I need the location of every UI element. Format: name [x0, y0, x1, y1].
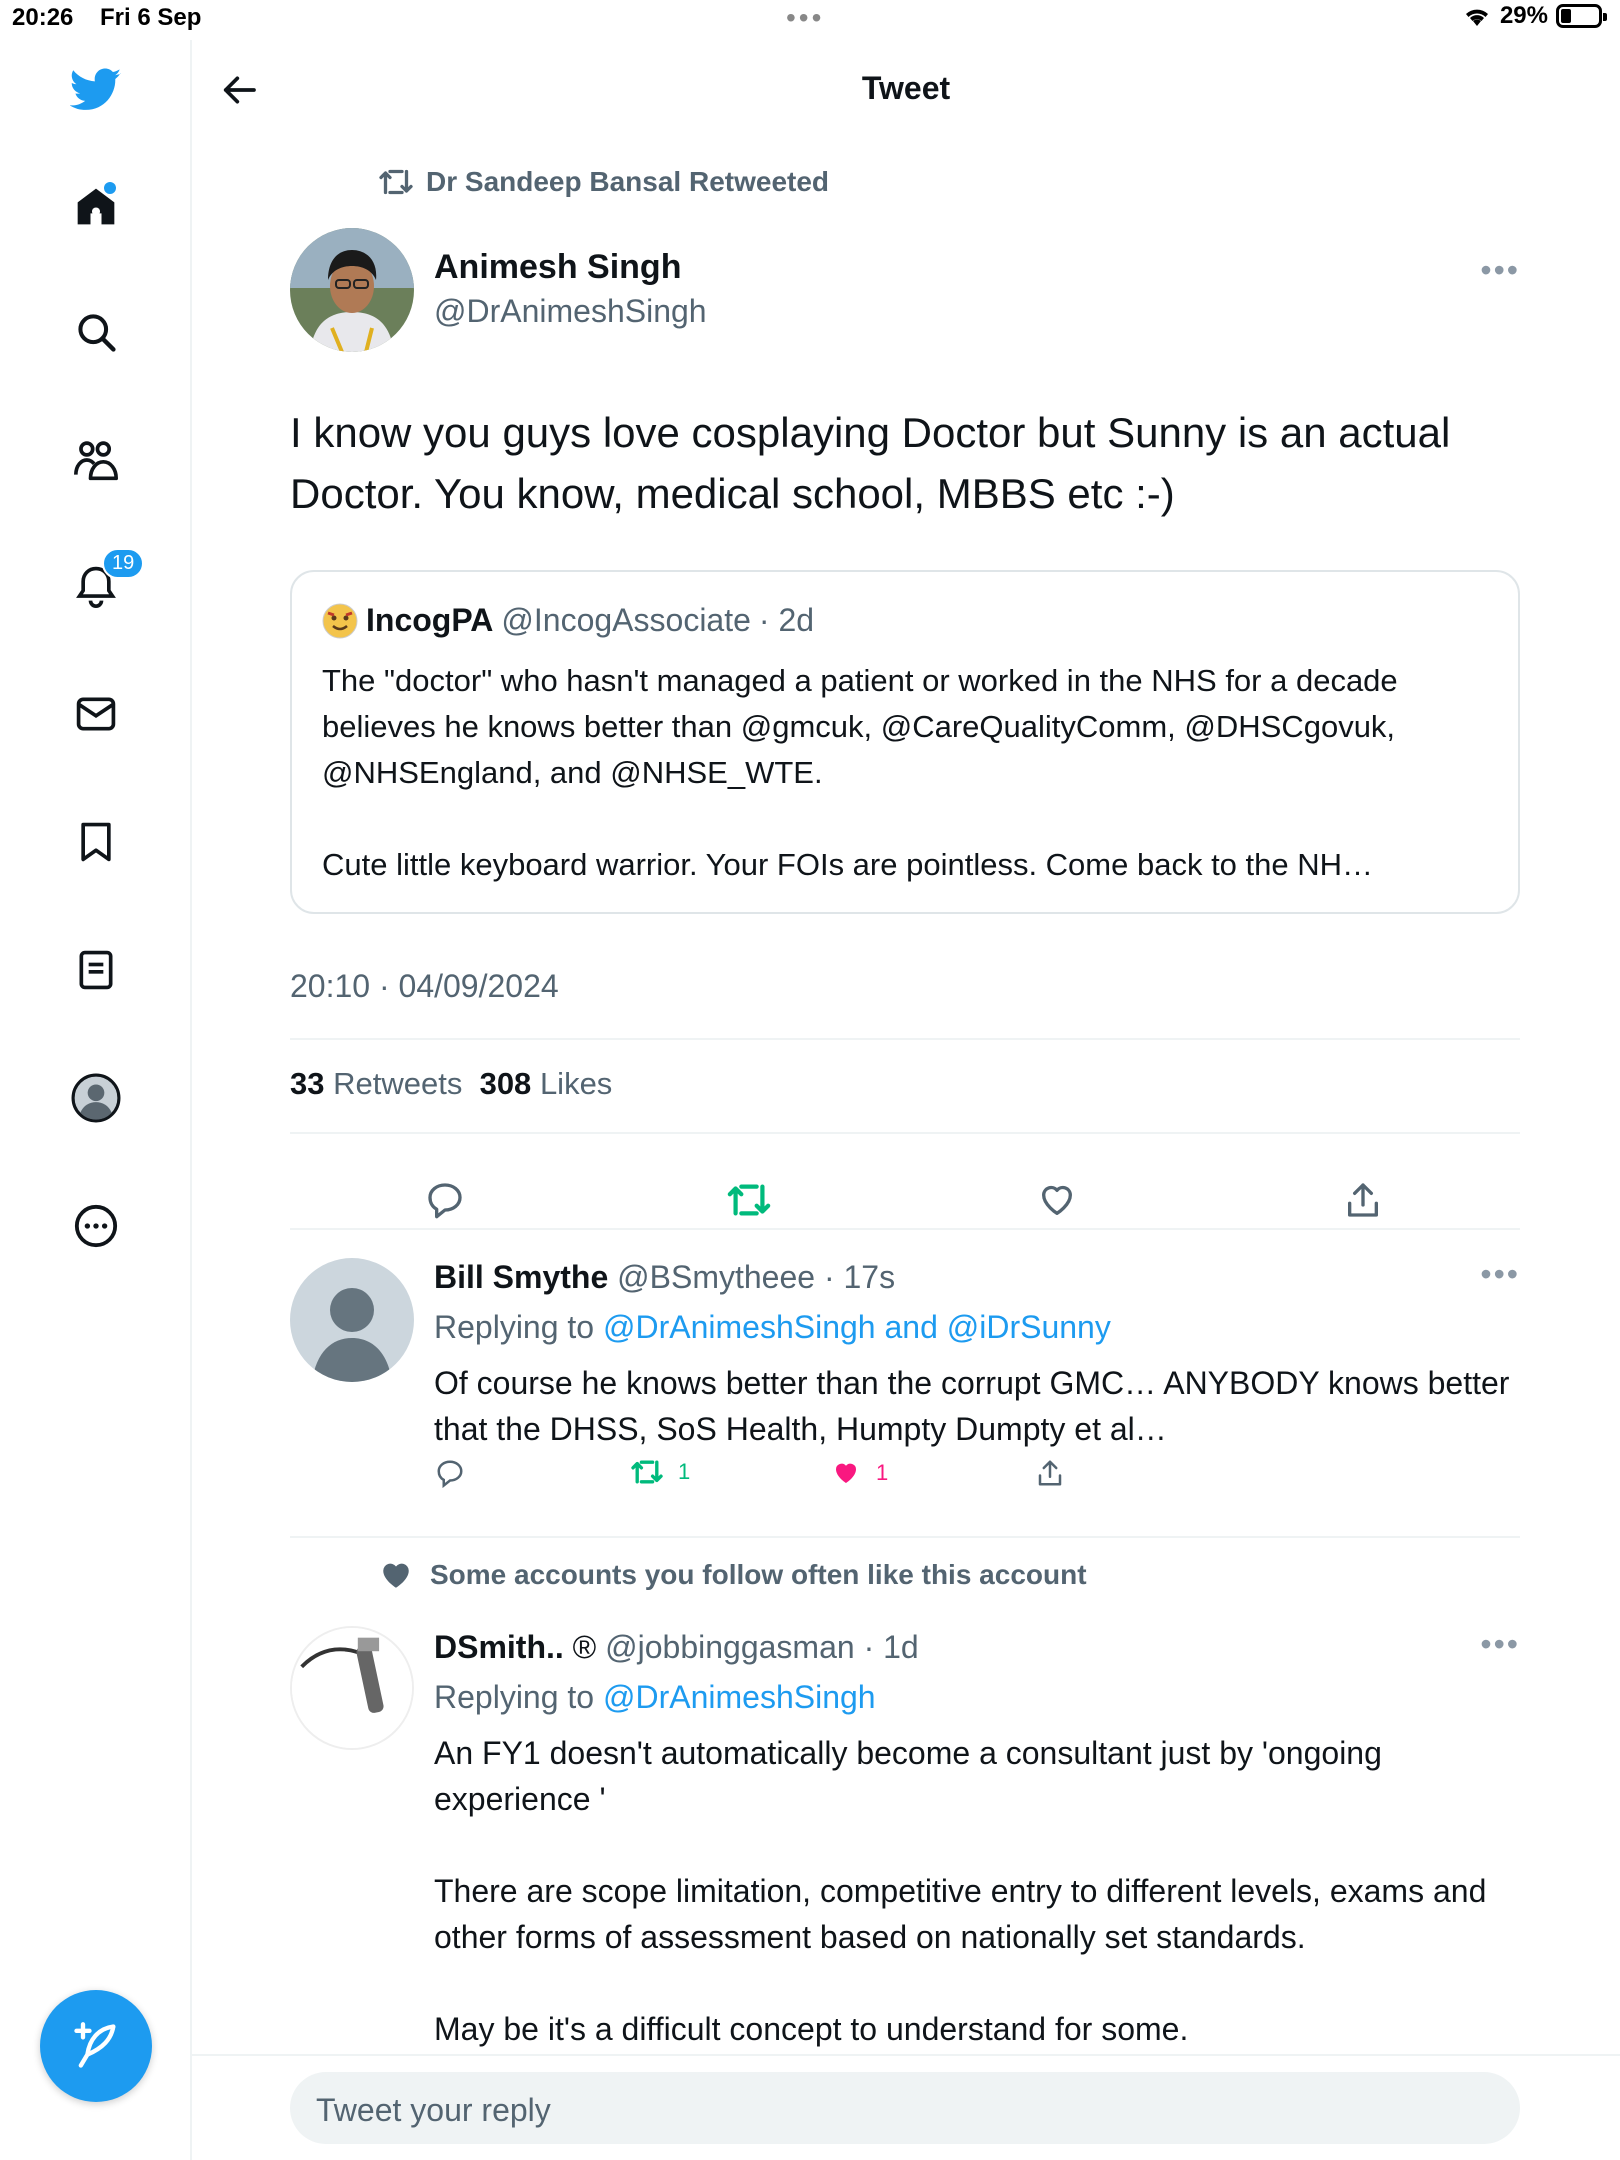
share-icon[interactable]	[1342, 1180, 1384, 1225]
like-heart-icon[interactable]	[1036, 1180, 1078, 1225]
quoted-tweet[interactable]: IncogPA @IncogAssociate · 2d The "doctor…	[290, 570, 1520, 914]
communities-icon[interactable]	[66, 430, 126, 490]
messages-icon[interactable]	[66, 684, 126, 744]
page-title: Tweet	[861, 70, 951, 106]
divider	[290, 1038, 1520, 1040]
reply-share-icon[interactable]	[1034, 1458, 1066, 1488]
sidebar: 19	[0, 40, 192, 2160]
reply-author-handle[interactable]: @jobbinggasman	[605, 1629, 855, 1665]
reply-text: An FY1 doesn't automatically become a co…	[434, 1735, 1487, 2047]
tweet-text: I know you guys love cosplaying Doctor b…	[290, 409, 1451, 517]
notifications-badge: 19	[102, 548, 145, 579]
tweet-timestamp: 20:10 · 04/09/2024	[290, 968, 559, 1004]
reply-reply-icon[interactable]	[434, 1458, 466, 1488]
retweets-label[interactable]: Retweets	[333, 1066, 462, 1101]
compose-tweet-button[interactable]	[40, 1990, 152, 2102]
reply-age: · 1d	[863, 1629, 919, 1665]
quoted-text: The "doctor" who hasn't managed a patien…	[322, 663, 1398, 882]
retweet-context: Dr Sandeep Bansal Retweeted	[378, 166, 829, 198]
status-date: Fri 6 Sep	[100, 4, 202, 31]
replying-to-prefix: Replying to	[434, 1679, 595, 1715]
reply-author-handle[interactable]: @BSmytheee	[617, 1259, 815, 1295]
reply-author-name[interactable]: Bill Smythe	[434, 1259, 608, 1295]
reply-retweet-button[interactable]: 1	[630, 1458, 690, 1486]
retweets-count[interactable]: 33	[290, 1066, 324, 1101]
quoted-author-name: IncogPA	[366, 602, 494, 638]
reply-composer-bar: Tweet your reply	[192, 2054, 1620, 2160]
reply-author-badge: ®	[572, 1629, 597, 1665]
reply-icon[interactable]	[424, 1180, 466, 1225]
compose-feather-icon	[74, 2022, 116, 2068]
status-time: 20:26	[12, 4, 74, 31]
reply-more-icon[interactable]: •••	[1480, 1256, 1520, 1293]
multitasking-dots-icon[interactable]: •••	[786, 2, 824, 34]
reply-author-name[interactable]: DSmith..	[434, 1629, 564, 1665]
reply-retweet-count: 1	[678, 1459, 691, 1484]
reply-tweet[interactable]: Bill Smythe @BSmytheee · 17s Replying to…	[290, 1228, 1520, 1488]
quoted-author-handle: @IncogAssociate	[501, 602, 751, 638]
reply-text: Of course he knows better than the corru…	[434, 1365, 1510, 1447]
retweeted-by-label[interactable]: Dr Sandeep Bansal Retweeted	[426, 166, 829, 198]
bookmarks-icon[interactable]	[66, 812, 126, 872]
divider	[290, 1132, 1520, 1134]
profile-avatar-icon[interactable]	[66, 1068, 126, 1128]
reply-like-heart-icon	[836, 1463, 856, 1483]
replying-to-handles[interactable]: @DrAnimeshSingh and @iDrSunny	[603, 1309, 1111, 1345]
reply-input[interactable]: Tweet your reply	[290, 2072, 1520, 2144]
reply-retweet-icon	[631, 1460, 663, 1484]
reply-like-button[interactable]: 1	[830, 1458, 888, 1488]
reply-age: · 17s	[823, 1259, 896, 1295]
battery-percent: 29%	[1499, 2, 1548, 29]
reply-avatar[interactable]	[290, 1258, 414, 1382]
twitter-logo-icon[interactable]	[66, 60, 126, 120]
replying-to-prefix: Replying to	[434, 1309, 595, 1345]
battery-icon	[1556, 4, 1607, 28]
lists-icon[interactable]	[66, 940, 126, 1000]
unread-dot	[104, 182, 116, 194]
quoted-avatar-emoji	[322, 603, 358, 638]
social-context-heart-icon	[383, 1563, 409, 1588]
reply-avatar[interactable]	[290, 1626, 414, 1750]
author-handle[interactable]: @DrAnimeshSingh	[434, 293, 707, 330]
search-icon[interactable]	[66, 302, 126, 362]
likes-count[interactable]: 308	[480, 1066, 532, 1101]
status-bar: 20:26 Fri 6 Sep ••• 29%	[0, 0, 1620, 40]
replying-to-handles[interactable]: @DrAnimeshSingh	[603, 1679, 876, 1715]
retweet-button-icon[interactable]	[726, 1180, 772, 1225]
author-avatar[interactable]	[290, 228, 414, 352]
more-options-icon[interactable]	[66, 1196, 126, 1256]
social-context: Some accounts you follow often like this…	[378, 1558, 1087, 1592]
wifi-icon	[1465, 9, 1488, 26]
quoted-age: · 2d	[758, 602, 815, 638]
home-icon[interactable]	[66, 176, 126, 236]
tweet-more-icon[interactable]: •••	[1480, 252, 1520, 289]
reply-actions: 1 1	[434, 1458, 1234, 1498]
tweet-stats: 33 Retweets 308 Likes	[290, 1066, 612, 1102]
social-context-text: Some accounts you follow often like this…	[430, 1559, 1087, 1590]
notifications-icon[interactable]: 19	[66, 548, 145, 616]
author-block: Animesh Singh @DrAnimeshSingh	[434, 248, 707, 330]
page-header: Tweet	[192, 40, 1620, 140]
reply-like-count: 1	[876, 1460, 889, 1485]
likes-label[interactable]: Likes	[540, 1066, 612, 1101]
reply-more-icon[interactable]: •••	[1480, 1626, 1520, 1663]
author-name[interactable]: Animesh Singh	[434, 248, 707, 287]
retweet-icon	[379, 169, 413, 195]
